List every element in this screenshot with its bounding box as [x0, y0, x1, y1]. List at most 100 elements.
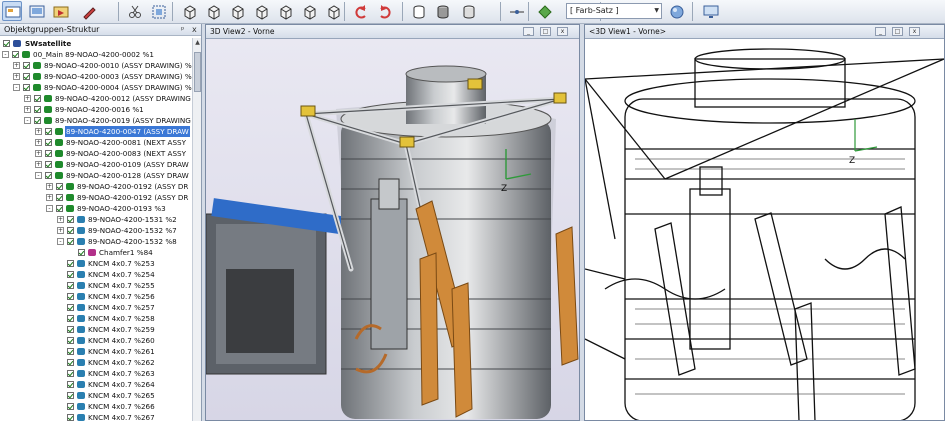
tree-item[interactable]: KNCM 4x0.7 %261	[0, 346, 192, 357]
minimize-button[interactable]: _	[523, 27, 534, 36]
checkbox[interactable]	[67, 282, 74, 289]
checkbox[interactable]	[45, 161, 52, 168]
cut-icon[interactable]	[124, 1, 144, 21]
sphere-icon[interactable]	[666, 1, 686, 21]
tree-item[interactable]: KNCM 4x0.7 %255	[0, 280, 192, 291]
cursor-icon[interactable]	[50, 1, 70, 21]
checkbox[interactable]	[3, 40, 10, 47]
tree-item[interactable]: KNCM 4x0.7 %257	[0, 302, 192, 313]
expand-icon[interactable]: +	[13, 73, 20, 80]
expand-icon[interactable]: +	[35, 150, 42, 157]
rotate-right-icon[interactable]	[374, 1, 394, 21]
pin-icon[interactable]: ᵖ	[181, 24, 184, 36]
fit-icon[interactable]	[148, 1, 168, 21]
color-icon[interactable]	[534, 1, 554, 21]
tree-item[interactable]: - 89-NOAO-4200-0004 (ASSY DRAWING) %	[0, 82, 192, 93]
cube-back-icon[interactable]	[202, 1, 222, 21]
checkbox[interactable]	[45, 172, 52, 179]
tree-item[interactable]: KNCM 4x0.7 %262	[0, 357, 192, 368]
expand-icon[interactable]: +	[35, 139, 42, 146]
checkbox[interactable]	[45, 139, 52, 146]
tree-item[interactable]: +89-NOAO-4200-0109 (ASSY DRAW	[0, 159, 192, 170]
checkbox[interactable]	[23, 84, 30, 91]
collapse-icon[interactable]: -	[46, 205, 53, 212]
tree-item[interactable]: KNCM 4x0.7 %263	[0, 368, 192, 379]
tree-item[interactable]: +89-NOAO-4200-0012 (ASSY DRAWING	[0, 93, 192, 104]
cube-bottom-icon[interactable]	[298, 1, 318, 21]
checkbox[interactable]	[56, 194, 63, 201]
expand-icon[interactable]: +	[35, 128, 42, 135]
checkbox[interactable]	[67, 348, 74, 355]
checkbox[interactable]	[67, 271, 74, 278]
tree-item[interactable]: +89-NOAO-4200-0192 (ASSY DR	[0, 181, 192, 192]
checkbox[interactable]	[67, 304, 74, 311]
checkbox[interactable]	[67, 392, 74, 399]
rotate-left-icon[interactable]	[350, 1, 370, 21]
expand-icon[interactable]: +	[46, 183, 53, 190]
cube-right-icon[interactable]	[250, 1, 270, 21]
tree-item[interactable]: KNCM 4x0.7 %259	[0, 324, 192, 335]
cube-top-icon[interactable]	[274, 1, 294, 21]
tree-item[interactable]: +89-NOAO-4200-1532 %7	[0, 225, 192, 236]
tree-item[interactable]: Chamfer1 %84	[0, 247, 192, 258]
checkbox[interactable]	[67, 238, 74, 245]
tree-item[interactable]: KNCM 4x0.7 %267	[0, 412, 192, 421]
collapse-icon[interactable]: -	[2, 51, 9, 58]
tree-root[interactable]: SWsatellite	[0, 38, 192, 49]
checkbox[interactable]	[12, 51, 19, 58]
tree-item[interactable]: KNCM 4x0.7 %254	[0, 269, 192, 280]
tree-item[interactable]: +89-NOAO-4200-0047 (ASSY DRAW	[0, 126, 192, 137]
checkbox[interactable]	[67, 337, 74, 344]
tree-item[interactable]: KNCM 4x0.7 %260	[0, 335, 192, 346]
checkbox[interactable]	[45, 150, 52, 157]
monitor-icon[interactable]	[700, 1, 720, 21]
checkbox[interactable]	[23, 62, 30, 69]
tree-item[interactable]: +89-NOAO-4200-0083 (NEXT ASSY	[0, 148, 192, 159]
checkbox[interactable]	[78, 249, 85, 256]
checkbox[interactable]	[34, 106, 41, 113]
checkbox[interactable]	[67, 216, 74, 223]
checkbox[interactable]	[45, 128, 52, 135]
collapse-icon[interactable]: -	[35, 172, 42, 179]
collapse-icon[interactable]: -	[57, 238, 64, 245]
minimize-button[interactable]: _	[875, 27, 886, 36]
expand-icon[interactable]: +	[46, 194, 53, 201]
viewport-hidden-line[interactable]: Z	[585, 39, 944, 420]
chevron-down-icon[interactable]: ▼	[654, 4, 659, 18]
3d-view-shaded[interactable]: 3D View2 - Vorne _ □ x Z	[205, 24, 580, 421]
checkbox[interactable]	[23, 73, 30, 80]
restore-button[interactable]: □	[892, 27, 903, 36]
checkbox[interactable]	[34, 117, 41, 124]
cylinder-solid-icon[interactable]	[432, 1, 452, 21]
expand-icon[interactable]: +	[57, 227, 64, 234]
3d-view-hidden-line[interactable]: <3D View1 - Vorne> _ □ x Z	[584, 24, 945, 421]
scrollbar-thumb[interactable]	[194, 52, 201, 92]
tree-item[interactable]: - 89-NOAO-4200-0019 (ASSY DRAWING	[0, 115, 192, 126]
tree-item[interactable]: KNCM 4x0.7 %256	[0, 291, 192, 302]
expand-icon[interactable]: +	[24, 95, 31, 102]
expand-icon[interactable]: +	[13, 62, 20, 69]
cube-front-icon[interactable]	[178, 1, 198, 21]
tree-item[interactable]: - 89-NOAO-4200-0128 (ASSY DRAW	[0, 170, 192, 181]
checkbox[interactable]	[67, 293, 74, 300]
checkbox[interactable]	[34, 95, 41, 102]
panel-close-button[interactable]: x	[192, 24, 197, 36]
pen-icon[interactable]	[78, 1, 98, 21]
close-button[interactable]: x	[909, 27, 920, 36]
viewport-shaded[interactable]: Z	[206, 39, 579, 420]
expand-icon[interactable]: +	[57, 216, 64, 223]
checkbox[interactable]	[67, 414, 74, 421]
tree-item[interactable]: +89-NOAO-4200-0010 (ASSY DRAWING) %	[0, 60, 192, 71]
tree-item[interactable]: KNCM 4x0.7 %264	[0, 379, 192, 390]
axis-icon[interactable]	[506, 1, 526, 21]
tree-item[interactable]: +89-NOAO-4200-0003 (ASSY DRAWING) %	[0, 71, 192, 82]
checkbox[interactable]	[67, 315, 74, 322]
tree-item[interactable]: - 00_Main 89-NOAO-4200-0002 %1	[0, 49, 192, 60]
tree-item[interactable]: +89-NOAO-4200-1531 %2	[0, 214, 192, 225]
screen-icon[interactable]	[26, 1, 46, 21]
expand-icon[interactable]: +	[24, 106, 31, 113]
tree-item[interactable]: - 89-NOAO-4200-1532 %8	[0, 236, 192, 247]
checkbox[interactable]	[56, 205, 63, 212]
expand-icon[interactable]: +	[35, 161, 42, 168]
collapse-icon[interactable]: -	[24, 117, 31, 124]
